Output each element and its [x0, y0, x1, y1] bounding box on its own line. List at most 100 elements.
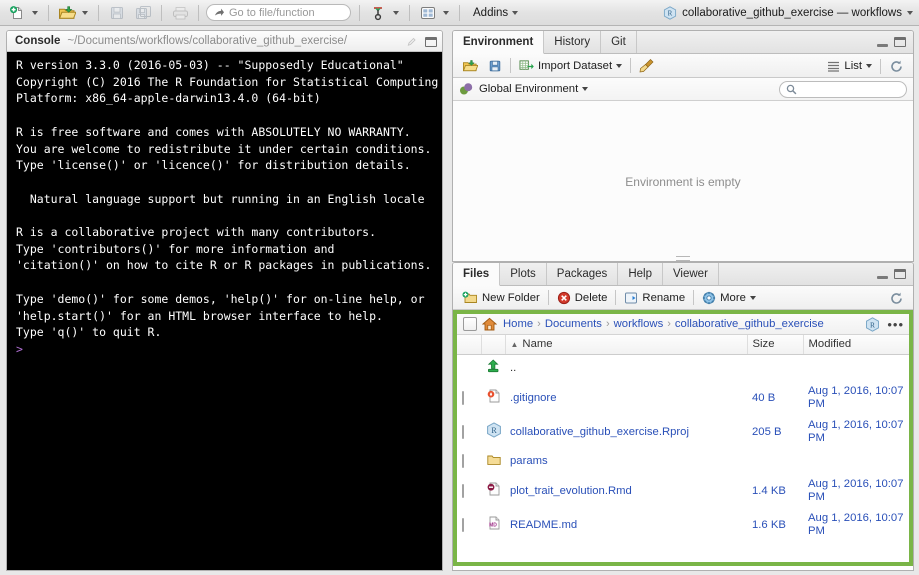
col-size[interactable]: Size: [747, 335, 804, 355]
select-all-checkbox[interactable]: [463, 317, 477, 331]
import-dataset-button[interactable]: Import Dataset: [514, 56, 627, 76]
breadcrumb-item-home[interactable]: Home: [503, 318, 533, 330]
pencil-icon[interactable]: [407, 36, 417, 47]
files-table: ▲ Name Size Modified .. .gitignore 40 B …: [457, 335, 909, 542]
toolbar-divider: [693, 290, 695, 305]
table-row[interactable]: .gitignore 40 B Aug 1, 2016, 10:07 PM: [457, 381, 909, 415]
rproject-icon[interactable]: R: [865, 317, 880, 332]
compile-report-caret-icon[interactable]: [393, 10, 399, 15]
save-workspace-button[interactable]: [483, 56, 507, 76]
environment-toolbar: Import Dataset List: [453, 54, 913, 78]
tab-files[interactable]: Files: [453, 263, 501, 286]
tab-help[interactable]: Help: [618, 263, 663, 285]
save-button[interactable]: [104, 2, 130, 24]
table-row[interactable]: MD README.md 1.6 KB Aug 1, 2016, 10:07 P…: [457, 508, 909, 542]
console-output-area[interactable]: R version 3.3.0 (2016-05-03) -- "Suppose…: [7, 52, 442, 570]
table-row[interactable]: plot_trait_evolution.Rmd 1.4 KB Aug 1, 2…: [457, 474, 909, 508]
minimize-icon[interactable]: [877, 43, 888, 47]
new-file-caret-icon[interactable]: [32, 10, 38, 15]
console-tab[interactable]: Console: [15, 35, 60, 47]
col-name[interactable]: ▲ Name: [505, 335, 748, 355]
open-folder-icon: [462, 59, 478, 73]
new-folder-icon: [462, 291, 478, 305]
console-prompt[interactable]: >: [16, 341, 442, 358]
open-file-button[interactable]: [54, 2, 80, 24]
delete-button[interactable]: Delete: [552, 288, 613, 308]
broom-icon: [639, 58, 655, 73]
global-environment-selector[interactable]: Global Environment: [459, 82, 589, 96]
up-folder-icon: [486, 358, 502, 374]
svg-text:MD: MD: [489, 522, 497, 528]
view-mode-button[interactable]: List: [822, 56, 877, 76]
breadcrumb-separator: ›: [537, 318, 541, 330]
main-toolbar: Go to file/function Addins R collaborati…: [0, 0, 919, 26]
toolbar-divider: [198, 4, 199, 21]
col-modified[interactable]: Modified: [803, 335, 909, 355]
breadcrumb-more-button[interactable]: •••: [884, 317, 907, 332]
pane-splitter[interactable]: [452, 254, 914, 262]
row-checkbox[interactable]: [462, 454, 464, 468]
maximize-icon[interactable]: [425, 36, 437, 47]
environment-toolbar-right: List: [822, 54, 909, 78]
tab-environment[interactable]: Environment: [453, 31, 545, 54]
pane-layout-icon: [420, 6, 436, 20]
breadcrumb-item-workflows[interactable]: workflows: [614, 318, 664, 330]
breadcrumb-item-project[interactable]: collaborative_github_exercise: [675, 318, 824, 330]
addins-menu[interactable]: Addins: [473, 7, 523, 19]
row-name-cell[interactable]: .gitignore: [505, 381, 747, 415]
row-name-cell[interactable]: ..: [505, 354, 747, 381]
files-table-body: .. .gitignore 40 B Aug 1, 2016, 10:07 PM…: [457, 354, 909, 542]
row-name-cell[interactable]: README.md: [505, 508, 747, 542]
rproj-file-icon: R: [486, 422, 502, 438]
row-checkbox[interactable]: [462, 517, 464, 532]
row-icon-cell: MD: [481, 508, 505, 542]
rename-button[interactable]: Rename: [619, 288, 690, 308]
table-row[interactable]: R collaborative_github_exercise.Rproj 20…: [457, 415, 909, 449]
table-row[interactable]: params: [457, 449, 909, 474]
environment-search-input[interactable]: [779, 81, 907, 98]
project-menu[interactable]: R collaborative_github_exercise — workfl…: [663, 0, 913, 26]
row-checkbox[interactable]: [462, 390, 464, 405]
row-name-cell[interactable]: params: [505, 449, 747, 474]
workspace-panes-button[interactable]: [415, 2, 441, 24]
maximize-icon[interactable]: [894, 37, 906, 47]
new-folder-button[interactable]: New Folder: [457, 288, 545, 308]
row-size-cell: [747, 354, 803, 381]
load-workspace-button[interactable]: [457, 56, 483, 76]
tab-git[interactable]: Git: [601, 31, 637, 53]
table-row[interactable]: ..: [457, 354, 909, 381]
tab-history[interactable]: History: [544, 31, 602, 53]
maximize-icon[interactable]: [894, 269, 906, 279]
global-environment-caret-icon: [582, 87, 589, 91]
row-checkbox[interactable]: [462, 424, 464, 439]
more-menu-button[interactable]: More: [697, 288, 761, 308]
clear-objects-button[interactable]: [634, 56, 660, 76]
refresh-environment-button[interactable]: [884, 56, 909, 76]
row-checkbox[interactable]: [462, 483, 464, 498]
row-name-cell[interactable]: collaborative_github_exercise.Rproj: [505, 415, 747, 449]
breadcrumb-item-documents[interactable]: Documents: [545, 318, 602, 330]
tab-viewer[interactable]: Viewer: [663, 263, 719, 285]
file-name[interactable]: .gitignore: [510, 392, 556, 404]
file-name[interactable]: plot_trait_evolution.Rmd: [510, 485, 632, 497]
open-file-caret-icon[interactable]: [82, 10, 88, 15]
goto-file-function-input[interactable]: Go to file/function: [206, 4, 351, 21]
home-icon[interactable]: [482, 317, 497, 331]
refresh-files-button[interactable]: [884, 288, 909, 308]
printer-icon: [172, 5, 189, 21]
new-file-button[interactable]: [4, 2, 30, 24]
row-checkbox-cell: [457, 449, 481, 474]
row-name-cell[interactable]: plot_trait_evolution.Rmd: [505, 474, 747, 508]
workspace-panes-caret-icon[interactable]: [443, 10, 449, 15]
console-working-directory[interactable]: ~/Documents/workflows/collaborative_gith…: [67, 35, 347, 47]
print-button[interactable]: [167, 2, 193, 24]
file-name[interactable]: README.md: [510, 519, 577, 531]
file-name[interactable]: params: [510, 455, 548, 467]
save-all-button[interactable]: [130, 2, 156, 24]
tab-plots[interactable]: Plots: [500, 263, 547, 285]
minimize-icon[interactable]: [877, 275, 888, 279]
row-modified-cell: [803, 354, 909, 381]
compile-report-button[interactable]: [365, 2, 391, 24]
file-name[interactable]: collaborative_github_exercise.Rproj: [510, 426, 689, 438]
tab-packages[interactable]: Packages: [547, 263, 619, 285]
